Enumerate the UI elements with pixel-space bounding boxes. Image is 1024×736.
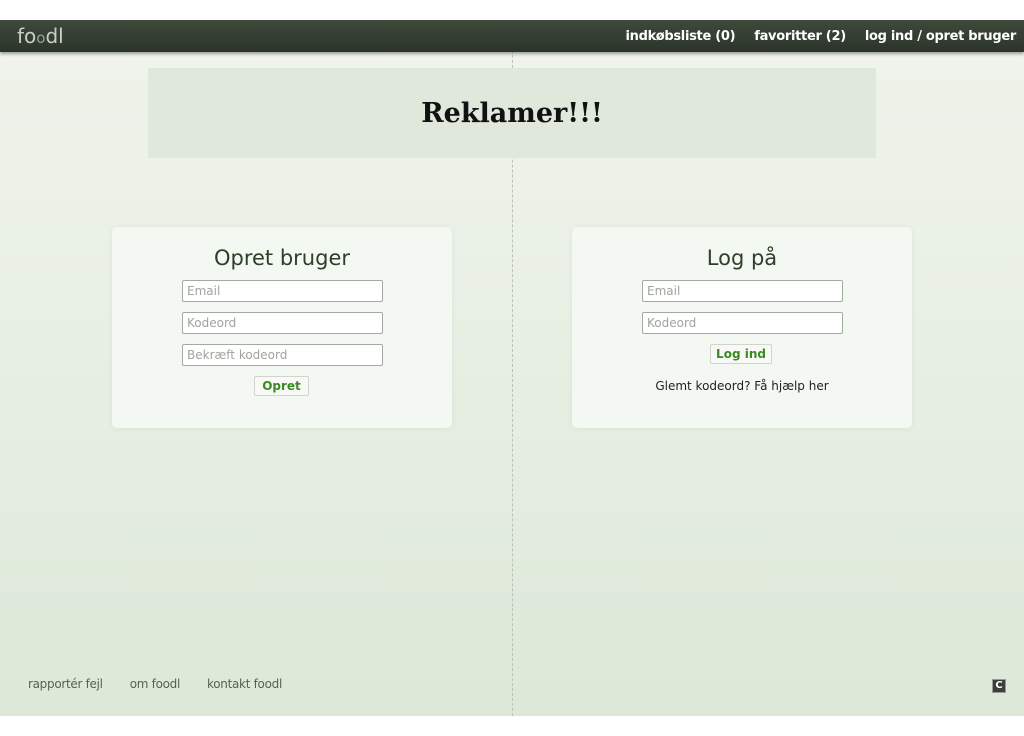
footer-about[interactable]: om foodl	[130, 677, 181, 691]
footer-contact[interactable]: kontakt foodl	[207, 677, 282, 691]
nav-shopping-list[interactable]: indkøbsliste (0)	[626, 29, 736, 44]
page-background: foodl indkøbsliste (0) favoritter (2) lo…	[0, 20, 1024, 716]
login-email-field[interactable]	[642, 280, 843, 302]
copyright-badge-icon: C	[992, 679, 1006, 693]
login-submit-button[interactable]: Log ind	[710, 344, 772, 364]
ad-text: Reklamer!!!	[421, 97, 603, 129]
footer-report-bug[interactable]: rapportér fejl	[28, 677, 103, 691]
signup-email-field[interactable]	[182, 280, 383, 302]
login-password-field[interactable]	[642, 312, 843, 334]
signup-title: Opret bruger	[213, 246, 351, 270]
foodl-logo[interactable]: foodl	[17, 24, 64, 48]
login-title: Log på	[706, 246, 778, 270]
login-card: Log på Log ind Glemt kodeord? Få hjælp h…	[572, 227, 912, 428]
footer-links: rapportér fejl om foodl kontakt foodl	[28, 677, 282, 691]
nav-login-signup[interactable]: log ind / opret bruger	[865, 29, 1016, 44]
ad-banner: Reklamer!!!	[148, 68, 876, 158]
nav-links: indkøbsliste (0) favoritter (2) log ind …	[626, 20, 1017, 52]
forgot-password-link[interactable]: Glemt kodeord? Få hjælp her	[572, 379, 912, 393]
signup-confirm-password-field[interactable]	[182, 344, 383, 366]
signup-card: Opret bruger Opret	[112, 227, 452, 428]
top-navbar: foodl indkøbsliste (0) favoritter (2) lo…	[0, 20, 1024, 52]
logo-text-start: fo	[17, 24, 37, 48]
logo-text-end: dl	[45, 24, 64, 48]
signup-password-field[interactable]	[182, 312, 383, 334]
nav-favorites[interactable]: favoritter (2)	[754, 29, 846, 44]
signup-submit-button[interactable]: Opret	[254, 376, 309, 396]
